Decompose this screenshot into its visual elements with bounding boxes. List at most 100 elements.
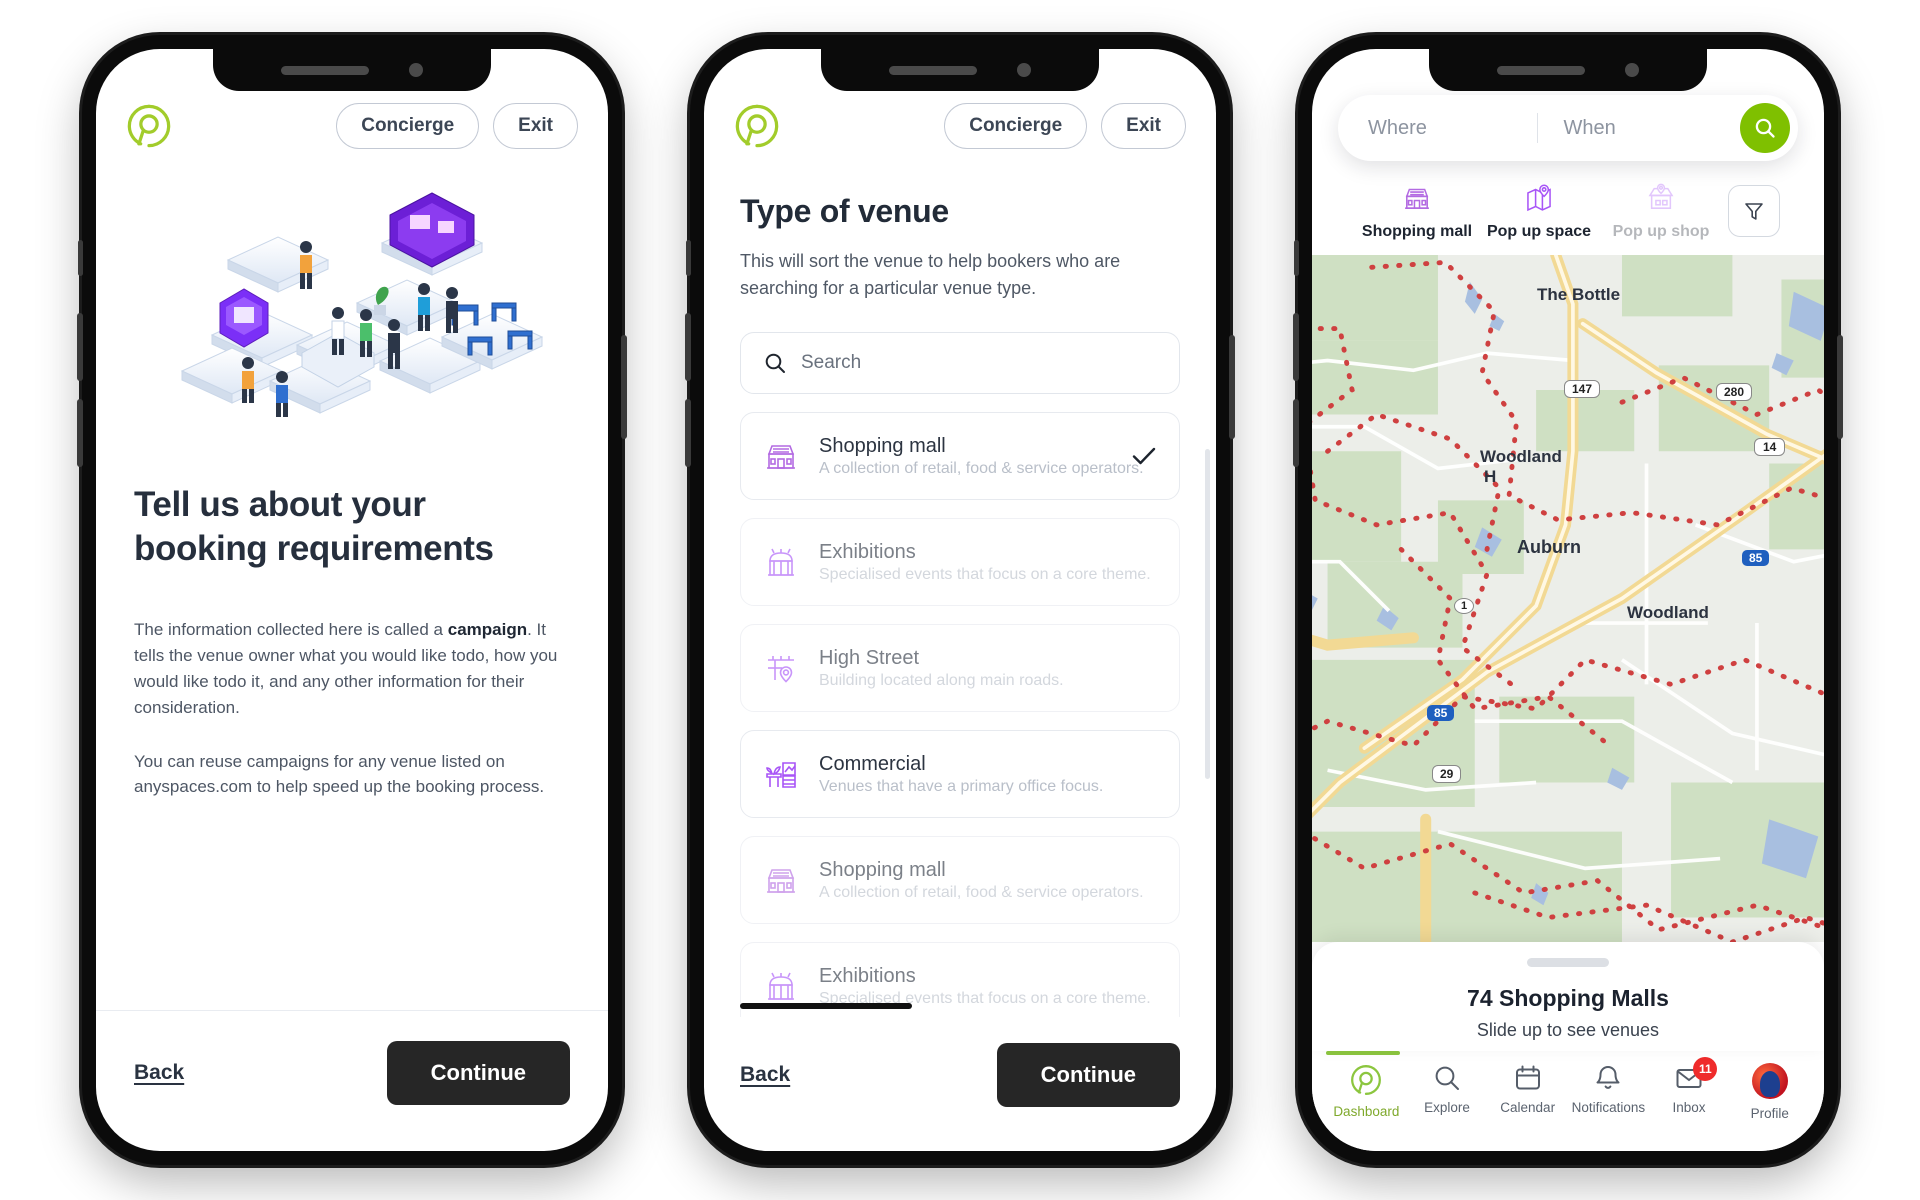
dashboard-logo-icon xyxy=(1351,1065,1382,1095)
page-title-line2: booking requirements xyxy=(134,529,494,569)
active-tab-indicator xyxy=(1326,1051,1400,1055)
venue-type-text: Commercial Venues that have a primary of… xyxy=(819,751,1159,798)
venue-type-desc: Specialised events that focus on a core … xyxy=(819,565,1151,583)
tab-label: Dashboard xyxy=(1333,1104,1400,1119)
tab-dashboard[interactable]: Dashboard xyxy=(1326,1063,1407,1119)
bell-icon xyxy=(1596,1066,1620,1089)
phone-3-frame: Where When Shopping mall Pop up space Po… xyxy=(1293,35,1843,1165)
inbox-badge: 11 xyxy=(1693,1057,1718,1081)
venue-type-option[interactable]: Commercial Venues that have a primary of… xyxy=(740,730,1180,818)
front-camera xyxy=(1017,63,1031,77)
venue-type-text: Shopping mall A collection of retail, fo… xyxy=(819,433,1144,480)
tab-profile[interactable]: Profile xyxy=(1729,1063,1810,1121)
continue-button[interactable]: Continue xyxy=(996,1043,1180,1107)
route-shield-85-north: 85 xyxy=(1742,550,1770,566)
filter-button[interactable] xyxy=(1728,185,1780,237)
search-icon xyxy=(765,353,785,373)
venue-search-field[interactable]: Search xyxy=(740,332,1180,394)
continue-button[interactable]: Continue xyxy=(386,1041,570,1105)
category-tab-shopping-mall[interactable]: Shopping mall xyxy=(1356,181,1478,241)
map-label-h: H xyxy=(1484,467,1497,486)
phone-1-footer: Back Continue xyxy=(96,1010,608,1151)
back-link[interactable]: Back xyxy=(134,1061,184,1085)
search-submit-button[interactable] xyxy=(1740,103,1790,153)
page-title-line1: Tell us about your xyxy=(134,485,426,524)
phone-2-footer: Back Continue xyxy=(704,1003,1216,1151)
volume-down-button[interactable] xyxy=(685,399,691,467)
volume-up-button[interactable] xyxy=(685,313,691,381)
tab-explore[interactable]: Explore xyxy=(1407,1063,1488,1115)
category-tab-pop-up-shop[interactable]: Pop up shop xyxy=(1600,181,1722,241)
phone-2-frame: Concierge Exit Type of venue This will s… xyxy=(685,35,1235,1165)
filter-funnel-icon xyxy=(1745,203,1763,220)
category-tab-label: Pop up shop xyxy=(1612,223,1710,240)
calendar-icon xyxy=(1515,1065,1540,1090)
tab-label: Calendar xyxy=(1500,1100,1556,1115)
exhibitions-icon xyxy=(761,966,801,1006)
page-subtitle: This will sort the venue to help bookers… xyxy=(740,251,1121,298)
venue-type-desc: Venues that have a primary office focus. xyxy=(819,777,1104,795)
anyspaces-logo-icon[interactable] xyxy=(734,103,780,149)
venue-type-option[interactable]: Shopping mall A collection of retail, fo… xyxy=(740,836,1180,924)
concierge-button[interactable]: Concierge xyxy=(944,103,1088,149)
shopping-mall-icon xyxy=(761,436,801,476)
tab-inbox[interactable]: 11 Inbox xyxy=(1649,1057,1730,1115)
tab-label: Inbox xyxy=(1672,1100,1706,1115)
venue-type-name: Exhibitions xyxy=(819,964,916,987)
power-button[interactable] xyxy=(621,335,627,439)
concierge-button[interactable]: Concierge xyxy=(336,103,480,149)
where-input[interactable]: Where xyxy=(1368,117,1537,140)
volume-down-button[interactable] xyxy=(1293,399,1299,467)
intro-paragraph-1-pre: The information collected here is called… xyxy=(134,620,448,640)
sheet-grabber[interactable] xyxy=(1527,958,1609,967)
list-scrollbar[interactable] xyxy=(1205,449,1210,779)
volume-down-button[interactable] xyxy=(77,399,83,467)
intro-paragraph-1: The information collected here is called… xyxy=(134,617,570,720)
tab-calendar[interactable]: Calendar xyxy=(1487,1063,1568,1115)
search-icon xyxy=(1755,118,1775,138)
power-button[interactable] xyxy=(1837,335,1843,439)
venues-bottom-sheet[interactable]: 74 Shopping Malls Slide up to see venues xyxy=(1312,942,1824,1051)
silence-switch[interactable] xyxy=(686,240,691,276)
category-tab-pop-up-space[interactable]: Pop up space xyxy=(1478,181,1600,241)
phone-1-body: Tell us about your booking requirements … xyxy=(96,149,608,1010)
venue-type-name: Shopping mall xyxy=(819,434,946,457)
header-actions-2: Concierge Exit xyxy=(944,103,1186,149)
venue-type-option[interactable]: High Street Building located along main … xyxy=(740,624,1180,712)
map-search-bar[interactable]: Where When xyxy=(1338,95,1798,161)
venue-map[interactable]: The Bottle Woodland H Auburn Woodland 14… xyxy=(1312,255,1824,942)
map-label-woodland: Woodland xyxy=(1627,603,1709,622)
category-tabs: Shopping mall Pop up space Pop up shop xyxy=(1338,161,1798,255)
volume-up-button[interactable] xyxy=(1293,313,1299,381)
phone-2-body: Type of venue This will sort the venue t… xyxy=(704,149,1216,1017)
speaker-grill xyxy=(1497,65,1585,75)
venue-type-option[interactable]: Shopping mall A collection of retail, fo… xyxy=(740,412,1180,500)
anyspaces-logo-icon[interactable] xyxy=(126,103,172,149)
front-camera xyxy=(409,63,423,77)
sheet-subtitle: Slide up to see venues xyxy=(1476,1020,1660,1040)
campaign-emphasis: campaign xyxy=(447,620,528,640)
venue-type-option[interactable]: Exhibitions Specialised events that focu… xyxy=(740,518,1180,606)
shopping-mall-icon xyxy=(761,860,801,900)
tab-label: Explore xyxy=(1424,1100,1470,1115)
tab-notifications[interactable]: Notifications xyxy=(1568,1063,1649,1115)
when-input[interactable]: When xyxy=(1538,117,1733,140)
exit-button[interactable]: Exit xyxy=(493,103,578,149)
venue-type-name: Shopping mall xyxy=(819,858,946,881)
venue-type-desc: A collection of retail, food & service o… xyxy=(819,459,1144,477)
tab-label: Notifications xyxy=(1571,1100,1646,1115)
venue-type-desc: A collection of retail, food & service o… xyxy=(819,883,1144,901)
exit-button[interactable]: Exit xyxy=(1101,103,1186,149)
venue-type-name: High Street xyxy=(819,646,920,669)
page-title: Tell us about your booking requirements xyxy=(134,483,570,571)
bottom-tab-bar: Dashboard Explore Calendar Notifications… xyxy=(1312,1051,1824,1151)
silence-switch[interactable] xyxy=(78,240,83,276)
isometric-venues-illustration xyxy=(134,175,570,445)
phone-1-frame: Concierge Exit Tell us about your bookin… xyxy=(77,35,627,1165)
venue-type-text: Shopping mall A collection of retail, fo… xyxy=(819,857,1159,904)
volume-up-button[interactable] xyxy=(77,313,83,381)
silence-switch[interactable] xyxy=(1294,240,1299,276)
back-link[interactable]: Back xyxy=(740,1063,790,1087)
power-button[interactable] xyxy=(1229,335,1235,439)
avatar xyxy=(1751,1063,1788,1099)
